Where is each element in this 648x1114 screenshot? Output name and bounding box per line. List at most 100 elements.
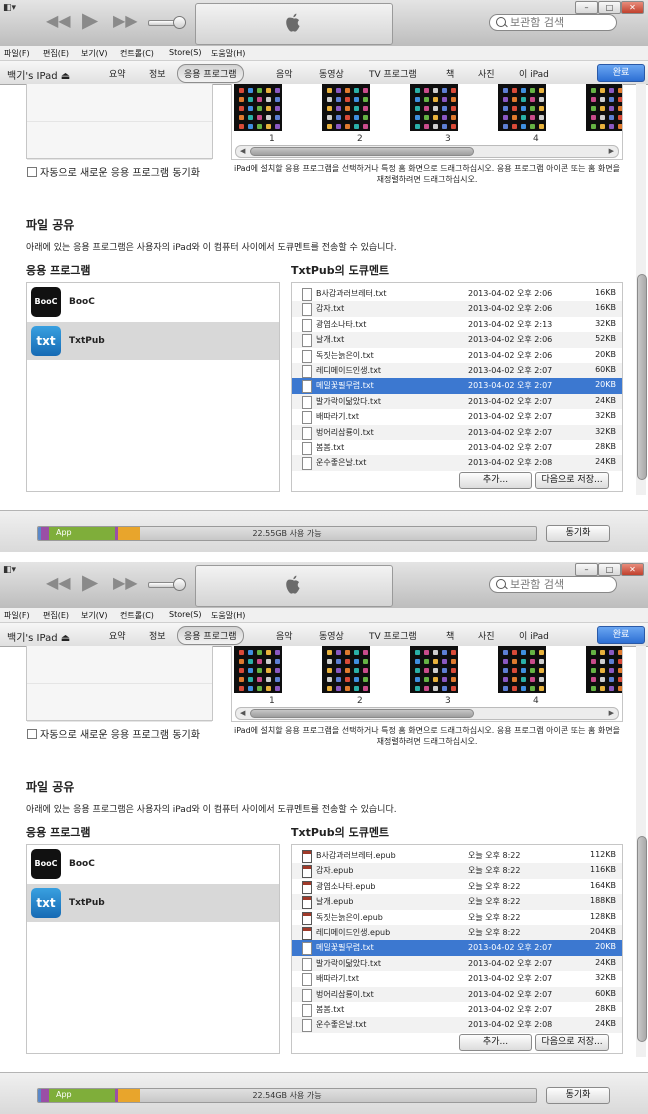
- next-track-icon[interactable]: ▶▶: [113, 11, 138, 30]
- tab-4[interactable]: 음악: [276, 67, 293, 80]
- document-row[interactable]: 봄봄.txt 2013-04-02 오후 2:07 28KB: [292, 1002, 622, 1017]
- document-row[interactable]: 봄봄.txt 2013-04-02 오후 2:07 28KB: [292, 440, 622, 455]
- scroll-right-icon[interactable]: ▶: [609, 709, 614, 717]
- checkbox-icon[interactable]: [27, 167, 37, 177]
- home-screens-scrollbar[interactable]: ◀ ▶: [235, 707, 619, 720]
- document-row[interactable]: 배따라기.txt 2013-04-02 오후 2:07 32KB: [292, 971, 622, 987]
- close-icon[interactable]: ✕: [621, 563, 644, 576]
- library-search-input[interactable]: 보관함 검색: [489, 576, 617, 593]
- document-row[interactable]: 메밀꽃필무렵.txt 2013-04-02 오후 2:07 20KB: [292, 378, 622, 394]
- library-search-input[interactable]: 보관함 검색: [489, 14, 617, 31]
- home-screens-scrollbar[interactable]: ◀ ▶: [235, 145, 619, 158]
- menu-item-3[interactable]: 보기(V): [81, 48, 107, 59]
- tab-3[interactable]: 응용 프로그램: [177, 64, 244, 83]
- auto-sync-checkbox[interactable]: 자동으로 새로운 응용 프로그램 동기화: [27, 164, 200, 179]
- tab-6[interactable]: TV 프로그램: [369, 629, 417, 642]
- app-list-item[interactable]: txt TxtPub: [27, 884, 279, 922]
- play-icon[interactable]: ▶: [82, 570, 98, 594]
- document-row[interactable]: 레디메이드인생.txt 2013-04-02 오후 2:07 60KB: [292, 363, 622, 379]
- close-icon[interactable]: ✕: [621, 1, 644, 14]
- document-row[interactable]: 벙어리삼룡이.txt 2013-04-02 오후 2:07 32KB: [292, 424, 622, 440]
- tab-7[interactable]: 책: [446, 67, 454, 80]
- page-scrollbar-thumb[interactable]: [637, 274, 647, 480]
- document-row[interactable]: 날개.epub 오늘 오후 8:22 188KB: [292, 894, 622, 910]
- volume-knob[interactable]: [173, 578, 186, 591]
- maximize-icon[interactable]: □: [598, 563, 621, 576]
- tab-7[interactable]: 책: [446, 629, 454, 642]
- home-screen-thumbnail[interactable]: [234, 84, 282, 131]
- device-name[interactable]: 백기's IPad ⏏: [7, 629, 70, 644]
- home-screen-thumbnail[interactable]: [322, 646, 370, 693]
- save-as-button[interactable]: 다음으로 저장...: [535, 1034, 609, 1051]
- page-scrollbar[interactable]: [636, 84, 647, 495]
- app-list-item[interactable]: txt TxtPub: [27, 322, 279, 360]
- add-button[interactable]: 추가...: [459, 472, 532, 489]
- menu-item-6[interactable]: 도움말(H): [211, 610, 245, 621]
- tab-1[interactable]: 요약: [109, 629, 126, 642]
- document-row[interactable]: 감자.txt 2013-04-02 오후 2:06 16KB: [292, 301, 622, 317]
- menu-item-6[interactable]: 도움말(H): [211, 48, 245, 59]
- menu-item-5[interactable]: Store(S): [169, 610, 201, 619]
- tab-2[interactable]: 정보: [149, 629, 166, 642]
- home-screen-thumbnail[interactable]: [498, 84, 546, 131]
- previous-track-icon[interactable]: ◀◀: [46, 11, 71, 30]
- page-scrollbar-thumb[interactable]: [637, 836, 647, 1042]
- menu-item-1[interactable]: 파일(F): [4, 610, 30, 621]
- done-button[interactable]: 완료: [597, 626, 645, 644]
- auto-sync-checkbox[interactable]: 자동으로 새로운 응용 프로그램 동기화: [27, 726, 200, 741]
- tab-5[interactable]: 동영상: [319, 629, 344, 642]
- document-row[interactable]: 발가락이닮았다.txt 2013-04-02 오후 2:07 24KB: [292, 955, 622, 972]
- menu-item-3[interactable]: 보기(V): [81, 610, 107, 621]
- next-track-icon[interactable]: ▶▶: [113, 573, 138, 592]
- system-menu-icon[interactable]: ◧▾: [3, 565, 16, 575]
- tab-8[interactable]: 사진: [478, 629, 495, 642]
- document-row[interactable]: 독짓는늙은이.epub 오늘 오후 8:22 128KB: [292, 910, 622, 925]
- add-button[interactable]: 추가...: [459, 1034, 532, 1051]
- document-row[interactable]: 운수좋은날.txt 2013-04-02 오후 2:08 24KB: [292, 455, 622, 471]
- tab-9[interactable]: 이 iPad: [519, 629, 549, 642]
- document-row[interactable]: 배따라기.txt 2013-04-02 오후 2:07 32KB: [292, 409, 622, 425]
- document-row[interactable]: B사감과러브레터.epub 오늘 오후 8:22 112KB: [292, 848, 622, 863]
- document-row[interactable]: 독짓는늙은이.txt 2013-04-02 오후 2:06 20KB: [292, 348, 622, 363]
- app-list-item[interactable]: BooC BooC: [27, 283, 279, 321]
- play-icon[interactable]: ▶: [82, 8, 98, 32]
- tab-8[interactable]: 사진: [478, 67, 495, 80]
- sync-button[interactable]: 동기화: [546, 525, 610, 542]
- home-screen-thumbnail[interactable]: [410, 84, 458, 131]
- page-scrollbar[interactable]: [636, 646, 647, 1057]
- home-screen-thumbnail[interactable]: [234, 646, 282, 693]
- tab-1[interactable]: 요약: [109, 67, 126, 80]
- scroll-left-icon[interactable]: ◀: [240, 147, 245, 155]
- menu-item-4[interactable]: 컨트롤(C): [120, 610, 154, 621]
- document-row[interactable]: 발가락이닮았다.txt 2013-04-02 오후 2:07 24KB: [292, 393, 622, 410]
- done-button[interactable]: 완료: [597, 64, 645, 82]
- scrollbar-thumb[interactable]: [250, 147, 474, 156]
- scroll-right-icon[interactable]: ▶: [609, 147, 614, 155]
- menu-item-5[interactable]: Store(S): [169, 48, 201, 57]
- sync-button[interactable]: 동기화: [546, 1087, 610, 1104]
- app-list-item[interactable]: BooC BooC: [27, 845, 279, 883]
- volume-slider[interactable]: [148, 16, 186, 29]
- document-row[interactable]: 감자.epub 오늘 오후 8:22 116KB: [292, 863, 622, 879]
- minimize-icon[interactable]: –: [575, 563, 598, 576]
- tab-3[interactable]: 응용 프로그램: [177, 626, 244, 645]
- tab-5[interactable]: 동영상: [319, 67, 344, 80]
- tab-9[interactable]: 이 iPad: [519, 67, 549, 80]
- volume-slider[interactable]: [148, 578, 186, 591]
- maximize-icon[interactable]: □: [598, 1, 621, 14]
- previous-track-icon[interactable]: ◀◀: [46, 573, 71, 592]
- menu-item-1[interactable]: 파일(F): [4, 48, 30, 59]
- document-row[interactable]: 광염소나타.txt 2013-04-02 오후 2:13 32KB: [292, 317, 622, 332]
- system-menu-icon[interactable]: ◧▾: [3, 3, 16, 13]
- document-row[interactable]: 메밀꽃필무렵.txt 2013-04-02 오후 2:07 20KB: [292, 940, 622, 956]
- document-row[interactable]: 레디메이드인생.epub 오늘 오후 8:22 204KB: [292, 925, 622, 941]
- document-row[interactable]: B사감과러브레터.txt 2013-04-02 오후 2:06 16KB: [292, 286, 622, 301]
- home-screen-thumbnail[interactable]: [322, 84, 370, 131]
- volume-knob[interactable]: [173, 16, 186, 29]
- scrollbar-thumb[interactable]: [250, 709, 474, 718]
- tab-2[interactable]: 정보: [149, 67, 166, 80]
- home-screen-thumbnail[interactable]: [410, 646, 458, 693]
- document-row[interactable]: 벙어리삼룡이.txt 2013-04-02 오후 2:07 60KB: [292, 986, 622, 1002]
- menu-item-2[interactable]: 편집(E): [43, 48, 69, 59]
- document-row[interactable]: 운수좋은날.txt 2013-04-02 오후 2:08 24KB: [292, 1017, 622, 1033]
